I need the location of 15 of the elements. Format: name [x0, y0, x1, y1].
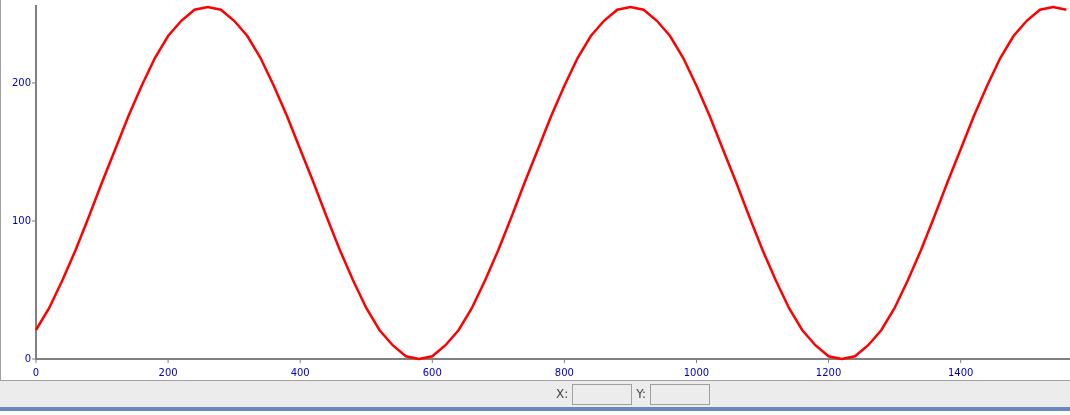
- tick-label: 200: [158, 367, 178, 378]
- tick-label: 1000: [683, 367, 710, 378]
- coordinate-label: Y:: [636, 386, 647, 403]
- tick-label: 1400: [947, 367, 974, 378]
- tick-label: 200: [11, 76, 31, 88]
- tick-label: 600: [422, 367, 442, 378]
- tick-label: 400: [290, 367, 310, 378]
- coordinate-field[interactable]: [650, 383, 711, 405]
- coordinate-field[interactable]: [572, 383, 633, 405]
- tick-label: 1200: [815, 367, 842, 378]
- tick-label: 0: [32, 367, 40, 378]
- tick-label: 800: [554, 367, 574, 378]
- tick-label: 100: [11, 214, 31, 226]
- tick-label: 0: [24, 353, 31, 364]
- coordinate-label: X:: [556, 386, 569, 403]
